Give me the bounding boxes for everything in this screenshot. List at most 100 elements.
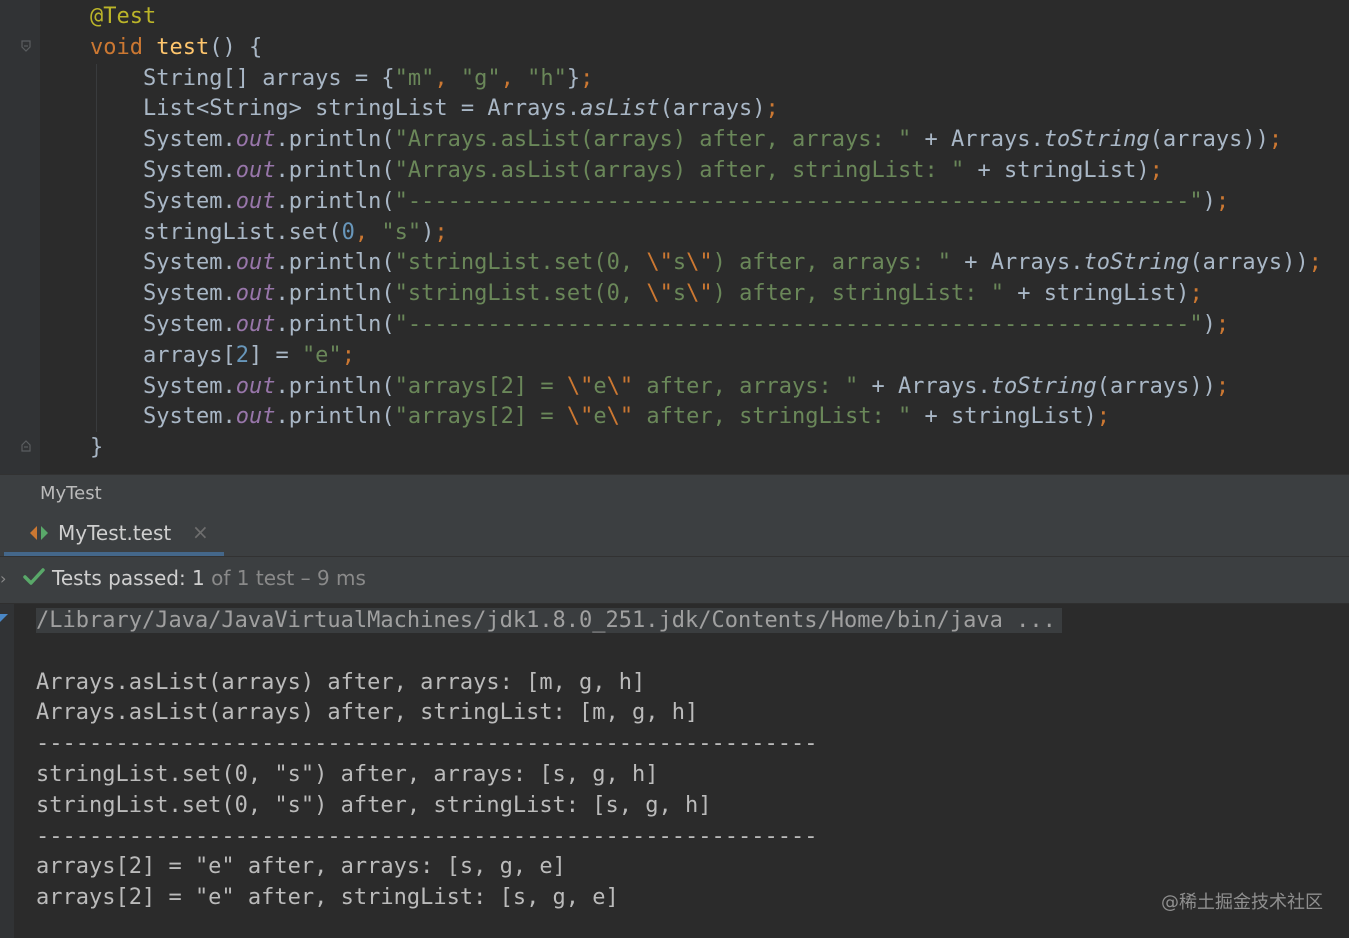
code-text: ) <box>1202 311 1216 337</box>
code-line: System.out.println("stringList.set(0, \"… <box>90 279 1322 310</box>
code-text: String[] arrays = { <box>142 65 395 91</box>
fold-open-icon[interactable] <box>20 40 32 52</box>
code-text: .println( <box>275 404 395 430</box>
string-literal: "stringList.set(0, <box>394 281 647 307</box>
code-editor[interactable]: @Test void test() { String[] arrays = {"… <box>0 0 1349 474</box>
console-line: ----------------------------------------… <box>36 731 818 757</box>
code-text: + stringList) <box>964 157 1150 183</box>
code-line: System.out.println("Arrays.asList(arrays… <box>90 125 1322 156</box>
semicolon: ; <box>765 96 779 122</box>
string-literal: "arrays[2] = <box>394 373 567 399</box>
run-panel-title-bar: MyTest <box>0 474 1349 511</box>
semicolon: ; <box>1215 373 1230 399</box>
run-config-icon <box>28 522 50 544</box>
console-gutter <box>0 604 14 938</box>
string-literal: "e" <box>301 342 342 368</box>
code-text: (arrays)) <box>1149 127 1269 153</box>
semicolon: ; <box>1215 188 1230 214</box>
editor-gutter <box>0 0 40 474</box>
comma: , <box>354 219 382 245</box>
semicolon: ; <box>1096 404 1110 430</box>
string-literal: e <box>593 404 607 430</box>
code-text: .println( <box>275 373 395 399</box>
tab-mytest-test[interactable]: MyTest.test × <box>4 510 224 556</box>
code-text: System. <box>142 281 236 307</box>
code-text: } <box>566 65 581 91</box>
code-line: List<String> stringList = Arrays.asList(… <box>90 94 1322 125</box>
console-command-line[interactable]: /Library/Java/JavaVirtualMachines/jdk1.8… <box>36 606 1062 637</box>
code-text: System. <box>142 311 236 337</box>
static-field: out <box>235 250 276 276</box>
code-text: (arrays) <box>659 96 766 122</box>
code-text: + Arrays. <box>951 250 1084 276</box>
code-text: System. <box>142 373 236 399</box>
string-literal: after, arrays: " <box>633 373 859 399</box>
string-literal: "Arrays.asList(arrays) after, stringList… <box>394 157 965 183</box>
test-status-bar: › Tests passed: 1 of 1 test – 9 ms <box>0 557 1349 604</box>
code-text: ) <box>421 219 435 245</box>
escape-sequence: \" <box>566 404 594 430</box>
code-line: System.out.println("--------------------… <box>90 187 1322 218</box>
code-line: System.out.println("Arrays.asList(arrays… <box>90 156 1322 187</box>
java-command: /Library/Java/JavaVirtualMachines/jdk1.8… <box>36 608 1062 633</box>
string-literal: "s" <box>381 219 422 245</box>
static-field: out <box>235 188 276 214</box>
console-line: ----------------------------------------… <box>36 823 818 849</box>
tests-passed-label: Tests passed: 1 <box>52 566 205 590</box>
semicolon: ; <box>580 65 594 91</box>
code-line: void test() { <box>90 33 1322 64</box>
code-text: + stringList) <box>1004 281 1190 307</box>
fold-close-icon[interactable] <box>20 440 32 452</box>
code-line: @Test <box>90 2 1322 33</box>
code-text: System. <box>142 188 236 214</box>
code-text: .println( <box>275 188 395 214</box>
escape-sequence: \" <box>606 404 634 430</box>
string-literal: "h" <box>527 65 567 91</box>
string-literal: e <box>593 373 607 399</box>
tests-detail: of 1 test – 9 ms <box>204 566 366 590</box>
run-panel-title: MyTest <box>40 483 102 504</box>
string-literal: "arrays[2] = <box>394 404 567 430</box>
code-line: arrays[2] = "e"; <box>90 341 1322 372</box>
code-text: System. <box>142 127 236 153</box>
method-name: test <box>156 34 210 60</box>
string-literal: "Arrays.asList(arrays) after, arrays: " <box>394 127 912 153</box>
console-line: stringList.set(0, "s") after, stringList… <box>36 792 712 818</box>
code-text: () { <box>209 34 263 60</box>
static-method: toString <box>1043 127 1150 153</box>
comma: , <box>434 65 461 91</box>
code-text: (arrays)) <box>1189 250 1309 276</box>
semicolon: ; <box>434 219 448 245</box>
code-text: .println( <box>275 281 395 307</box>
close-icon[interactable]: × <box>192 520 209 544</box>
static-field: out <box>235 281 276 307</box>
code-text: ] = <box>248 342 302 368</box>
console-line: stringList.set(0, "s") after, arrays: [s… <box>36 761 659 787</box>
code-block: @Test void test() { String[] arrays = {"… <box>90 2 1322 464</box>
static-method: asList <box>580 96 660 122</box>
string-literal: ) after, arrays: " <box>712 250 952 276</box>
annotation: @Test <box>90 4 157 29</box>
code-text: List<String> stringList = Arrays. <box>142 96 581 122</box>
chevron-right-icon[interactable]: › <box>0 569 6 588</box>
string-literal: after, stringList: " <box>633 404 912 430</box>
watermark: @稀土掘金技术社区 <box>1161 892 1323 913</box>
code-text: System. <box>142 250 236 276</box>
semicolon: ; <box>1149 157 1163 183</box>
console-output[interactable]: /Library/Java/JavaVirtualMachines/jdk1.8… <box>0 604 1349 938</box>
code-line: } <box>90 433 1322 464</box>
string-literal: "stringList.set(0, <box>394 250 647 276</box>
semicolon: ; <box>341 342 355 368</box>
code-text: System. <box>142 404 236 430</box>
escape-sequence: \" <box>646 281 673 307</box>
escape-sequence: \" <box>566 373 594 399</box>
static-field: out <box>235 157 276 183</box>
string-literal: "m" <box>394 65 435 91</box>
number-literal: 2 <box>235 342 249 368</box>
escape-sequence: \" <box>686 250 713 276</box>
string-literal: s <box>672 250 687 276</box>
active-tab-indicator <box>4 552 224 556</box>
check-icon <box>22 565 46 589</box>
code-text: .println( <box>275 250 395 276</box>
